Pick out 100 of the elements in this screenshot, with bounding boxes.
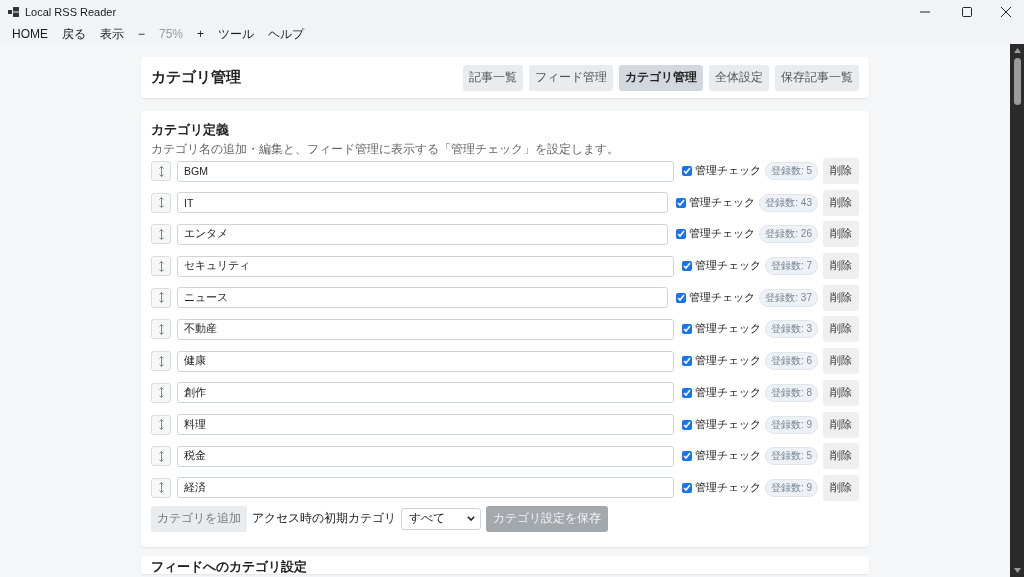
- count-badge: 登録数: 37: [759, 288, 818, 307]
- category-name-input[interactable]: ニュース: [177, 287, 669, 309]
- up-down-arrow-icon: [158, 197, 164, 209]
- scroll-down-arrow-icon[interactable]: [1013, 568, 1021, 573]
- category-name-input[interactable]: 健康: [177, 350, 674, 372]
- up-down-arrow-icon: [158, 292, 164, 304]
- manage-checkbox[interactable]: [681, 356, 692, 367]
- category-name-input[interactable]: 税金: [177, 445, 674, 467]
- up-down-arrow-icon: [158, 260, 164, 272]
- app-icon: [8, 7, 19, 17]
- drag-handle-button[interactable]: [151, 351, 171, 372]
- section-title: カテゴリ定義: [151, 123, 230, 138]
- delete-button[interactable]: 削除: [823, 316, 859, 343]
- manage-check-label: 管理チェック: [694, 164, 761, 178]
- count-badge: 登録数: 43: [759, 193, 818, 212]
- page-title: カテゴリ管理: [151, 68, 241, 87]
- count-badge: 登録数: 9: [764, 415, 818, 434]
- menu-item[interactable]: −: [131, 24, 152, 44]
- delete-button[interactable]: 削除: [823, 284, 859, 311]
- menu-item[interactable]: 表示: [93, 24, 131, 44]
- default-category-select[interactable]: すべて: [401, 507, 481, 530]
- drag-handle-button[interactable]: [151, 446, 171, 467]
- category-name-input[interactable]: BGM: [177, 160, 674, 182]
- manage-check-label: 管理チェック: [694, 480, 761, 495]
- scrollbar-thumb[interactable]: [1013, 58, 1021, 105]
- count-badge: 登録数: 7: [764, 257, 818, 276]
- menu-item[interactable]: HOME: [5, 24, 55, 44]
- category-name-input[interactable]: 経済: [177, 477, 674, 499]
- nav-button[interactable]: カテゴリ管理: [619, 64, 703, 91]
- delete-button[interactable]: 削除: [823, 411, 859, 438]
- manage-check-label: 管理チェック: [694, 385, 761, 400]
- manage-checkbox[interactable]: [681, 387, 692, 398]
- category-name-input[interactable]: エンタメ: [177, 223, 669, 245]
- delete-button[interactable]: 削除: [823, 253, 859, 280]
- nav-button[interactable]: 全体設定: [709, 64, 769, 91]
- section-title: フィードへのカテゴリ設定: [151, 559, 308, 574]
- category-name-input[interactable]: 創作: [177, 382, 674, 404]
- drag-handle-button[interactable]: [151, 161, 171, 181]
- up-down-arrow-icon: [158, 323, 164, 335]
- category-name-input[interactable]: IT: [177, 192, 669, 214]
- count-badge: 登録数: 6: [764, 352, 818, 371]
- category-name-input[interactable]: 料理: [177, 414, 674, 435]
- manage-check-label: 管理チェック: [689, 195, 756, 210]
- menu-item[interactable]: ツール: [211, 24, 262, 44]
- delete-button[interactable]: 削除: [823, 348, 859, 375]
- menu-item[interactable]: +: [190, 24, 212, 44]
- manage-checkbox[interactable]: [676, 292, 687, 303]
- window-title: Local RSS Reader: [25, 6, 117, 18]
- drag-handle-button[interactable]: [151, 382, 171, 403]
- up-down-arrow-icon: [158, 165, 164, 177]
- manage-checkbox[interactable]: [681, 166, 692, 176]
- count-badge: 登録数: 26: [759, 225, 818, 244]
- drag-handle-button[interactable]: [151, 192, 171, 213]
- up-down-arrow-icon: [158, 419, 164, 430]
- up-down-arrow-icon: [158, 355, 164, 367]
- delete-button[interactable]: 削除: [823, 221, 859, 248]
- delete-button[interactable]: 削除: [823, 379, 859, 406]
- delete-button[interactable]: 削除: [823, 443, 859, 470]
- manage-checkbox[interactable]: [676, 229, 687, 240]
- count-badge: 登録数: 8: [764, 383, 818, 402]
- manage-check-label: 管理チェック: [694, 417, 761, 432]
- up-down-arrow-icon: [158, 228, 164, 240]
- drag-handle-button[interactable]: [151, 224, 171, 245]
- count-badge: 登録数: 9: [764, 478, 818, 497]
- manage-checkbox[interactable]: [681, 451, 692, 462]
- nav-button[interactable]: 保存記事一覧: [775, 64, 859, 91]
- drag-handle-button[interactable]: [151, 287, 171, 308]
- nav-button[interactable]: 記事一覧: [463, 64, 523, 91]
- delete-button[interactable]: 削除: [823, 189, 859, 216]
- manage-check-label: 管理チェック: [694, 259, 761, 274]
- up-down-arrow-icon: [158, 482, 164, 494]
- count-badge: 登録数: 3: [764, 320, 818, 339]
- manage-checkbox[interactable]: [681, 261, 692, 272]
- menu-item[interactable]: 戻る: [55, 24, 93, 44]
- delete-button[interactable]: 削除: [823, 158, 859, 184]
- chevron-down-icon: [467, 516, 475, 522]
- add-category-button[interactable]: カテゴリを追加: [151, 505, 247, 532]
- manage-check-label: 管理チェック: [694, 354, 761, 369]
- drag-handle-button[interactable]: [151, 477, 171, 498]
- scroll-up-arrow-icon[interactable]: [1013, 48, 1021, 53]
- manage-check-label: 管理チェック: [689, 290, 756, 305]
- drag-handle-button[interactable]: [151, 256, 171, 277]
- nav-button[interactable]: フィード管理: [529, 64, 613, 91]
- up-down-arrow-icon: [158, 450, 164, 462]
- menu-item[interactable]: ヘルプ: [261, 24, 312, 44]
- drag-handle-button[interactable]: [151, 319, 171, 340]
- up-down-arrow-icon: [158, 387, 164, 399]
- section-description: カテゴリ名の追加・編集と、フィード管理に表示する「管理チェック」を設定します。: [151, 142, 620, 156]
- manage-check-label: 管理チェック: [694, 449, 761, 464]
- manage-checkbox[interactable]: [681, 419, 692, 430]
- manage-checkbox[interactable]: [681, 324, 692, 335]
- count-badge: 登録数: 5: [764, 162, 818, 180]
- count-badge: 登録数: 5: [764, 447, 818, 466]
- drag-handle-button[interactable]: [151, 414, 171, 435]
- manage-checkbox[interactable]: [676, 197, 687, 208]
- maximize-icon: [962, 7, 972, 17]
- category-name-input[interactable]: 不動産: [177, 318, 674, 340]
- delete-button[interactable]: 削除: [823, 474, 859, 501]
- category-name-input[interactable]: セキュリティ: [177, 255, 674, 277]
- manage-checkbox[interactable]: [681, 482, 692, 493]
